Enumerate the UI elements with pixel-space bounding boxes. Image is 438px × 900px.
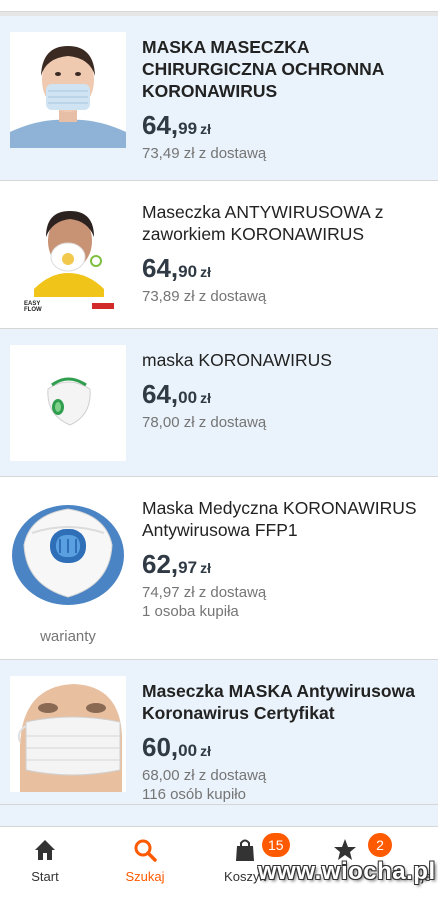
product-price: 64,99 zł bbox=[142, 110, 211, 140]
product-title[interactable]: maska KORONAWIRUS bbox=[142, 349, 430, 371]
product-price: 64,00 zł bbox=[142, 379, 211, 409]
ffp-mask-image bbox=[10, 345, 126, 461]
product-title[interactable]: MASKA MASECZKA CHIRURGICZNA OCHRONNA KOR… bbox=[142, 36, 430, 102]
delivery-price: 73,89 zł z dostawą bbox=[142, 288, 267, 305]
product-image[interactable] bbox=[10, 345, 126, 461]
sold-count: 1 osoba kupiła bbox=[142, 603, 239, 620]
valve-mask-worker-image: EASY FLOW bbox=[10, 197, 126, 313]
nav-start-label: Start bbox=[31, 869, 59, 884]
product-image[interactable] bbox=[10, 32, 126, 148]
variants-label[interactable]: warianty bbox=[10, 628, 126, 645]
product-image[interactable] bbox=[10, 493, 126, 609]
watched-badge: 2 bbox=[368, 833, 392, 857]
product-card[interactable]: MASKA MASECZKA CHIRURGICZNA OCHRONNA KOR… bbox=[0, 16, 438, 181]
product-price: 60,00 zł bbox=[142, 732, 211, 762]
sold-count: 116 osób kupiło bbox=[142, 786, 246, 803]
delivery-price: 74,97 zł z dostawą bbox=[142, 584, 267, 601]
delivery-price: 68,00 zł z dostawą bbox=[142, 767, 267, 784]
mannequin-mask-image bbox=[10, 676, 126, 792]
svg-text:FLOW: FLOW bbox=[24, 307, 42, 313]
delivery-price: 78,00 zł z dostawą bbox=[142, 414, 267, 431]
cart-badge: 15 bbox=[262, 833, 290, 857]
watermark: www.wiocha.pl bbox=[258, 858, 436, 885]
product-title[interactable]: Maseczka MASKA Antywirusowa Koronawirus … bbox=[142, 680, 430, 724]
product-card[interactable]: EASY FLOW Maseczka ANTYWIRUSOWA z zawork… bbox=[0, 181, 438, 329]
product-title[interactable]: Maska Medyczna KORONAWIRUS Antywirusowa … bbox=[142, 497, 430, 541]
previous-item-edge bbox=[0, 0, 438, 12]
product-image[interactable]: EASY FLOW bbox=[10, 197, 126, 313]
nav-search[interactable]: Szukaj bbox=[100, 837, 190, 884]
search-icon bbox=[134, 839, 157, 862]
home-icon bbox=[35, 840, 55, 860]
product-price: 62,97 zł bbox=[142, 549, 211, 579]
shopping-bag-icon bbox=[236, 839, 254, 861]
ffp1-mask-image bbox=[10, 493, 126, 609]
product-card[interactable]: Maseczka MASKA Antywirusowa Koronawirus … bbox=[0, 660, 438, 805]
nav-start[interactable]: Start bbox=[0, 837, 90, 884]
product-card[interactable]: warianty Maska Medyczna KORONAWIRUS Anty… bbox=[0, 477, 438, 660]
nav-search-label: Szukaj bbox=[125, 869, 165, 884]
product-image[interactable] bbox=[10, 676, 126, 792]
product-price: 64,90 zł bbox=[142, 253, 211, 283]
product-card[interactable]: maska KORONAWIRUS 64,00 zł 78,00 zł z dos… bbox=[0, 329, 438, 477]
product-title[interactable]: Maseczka ANTYWIRUSOWA z zaworkiem KORONA… bbox=[142, 201, 430, 245]
surgical-mask-model-image bbox=[10, 32, 126, 148]
delivery-price: 73,49 zł z dostawą bbox=[142, 145, 267, 162]
